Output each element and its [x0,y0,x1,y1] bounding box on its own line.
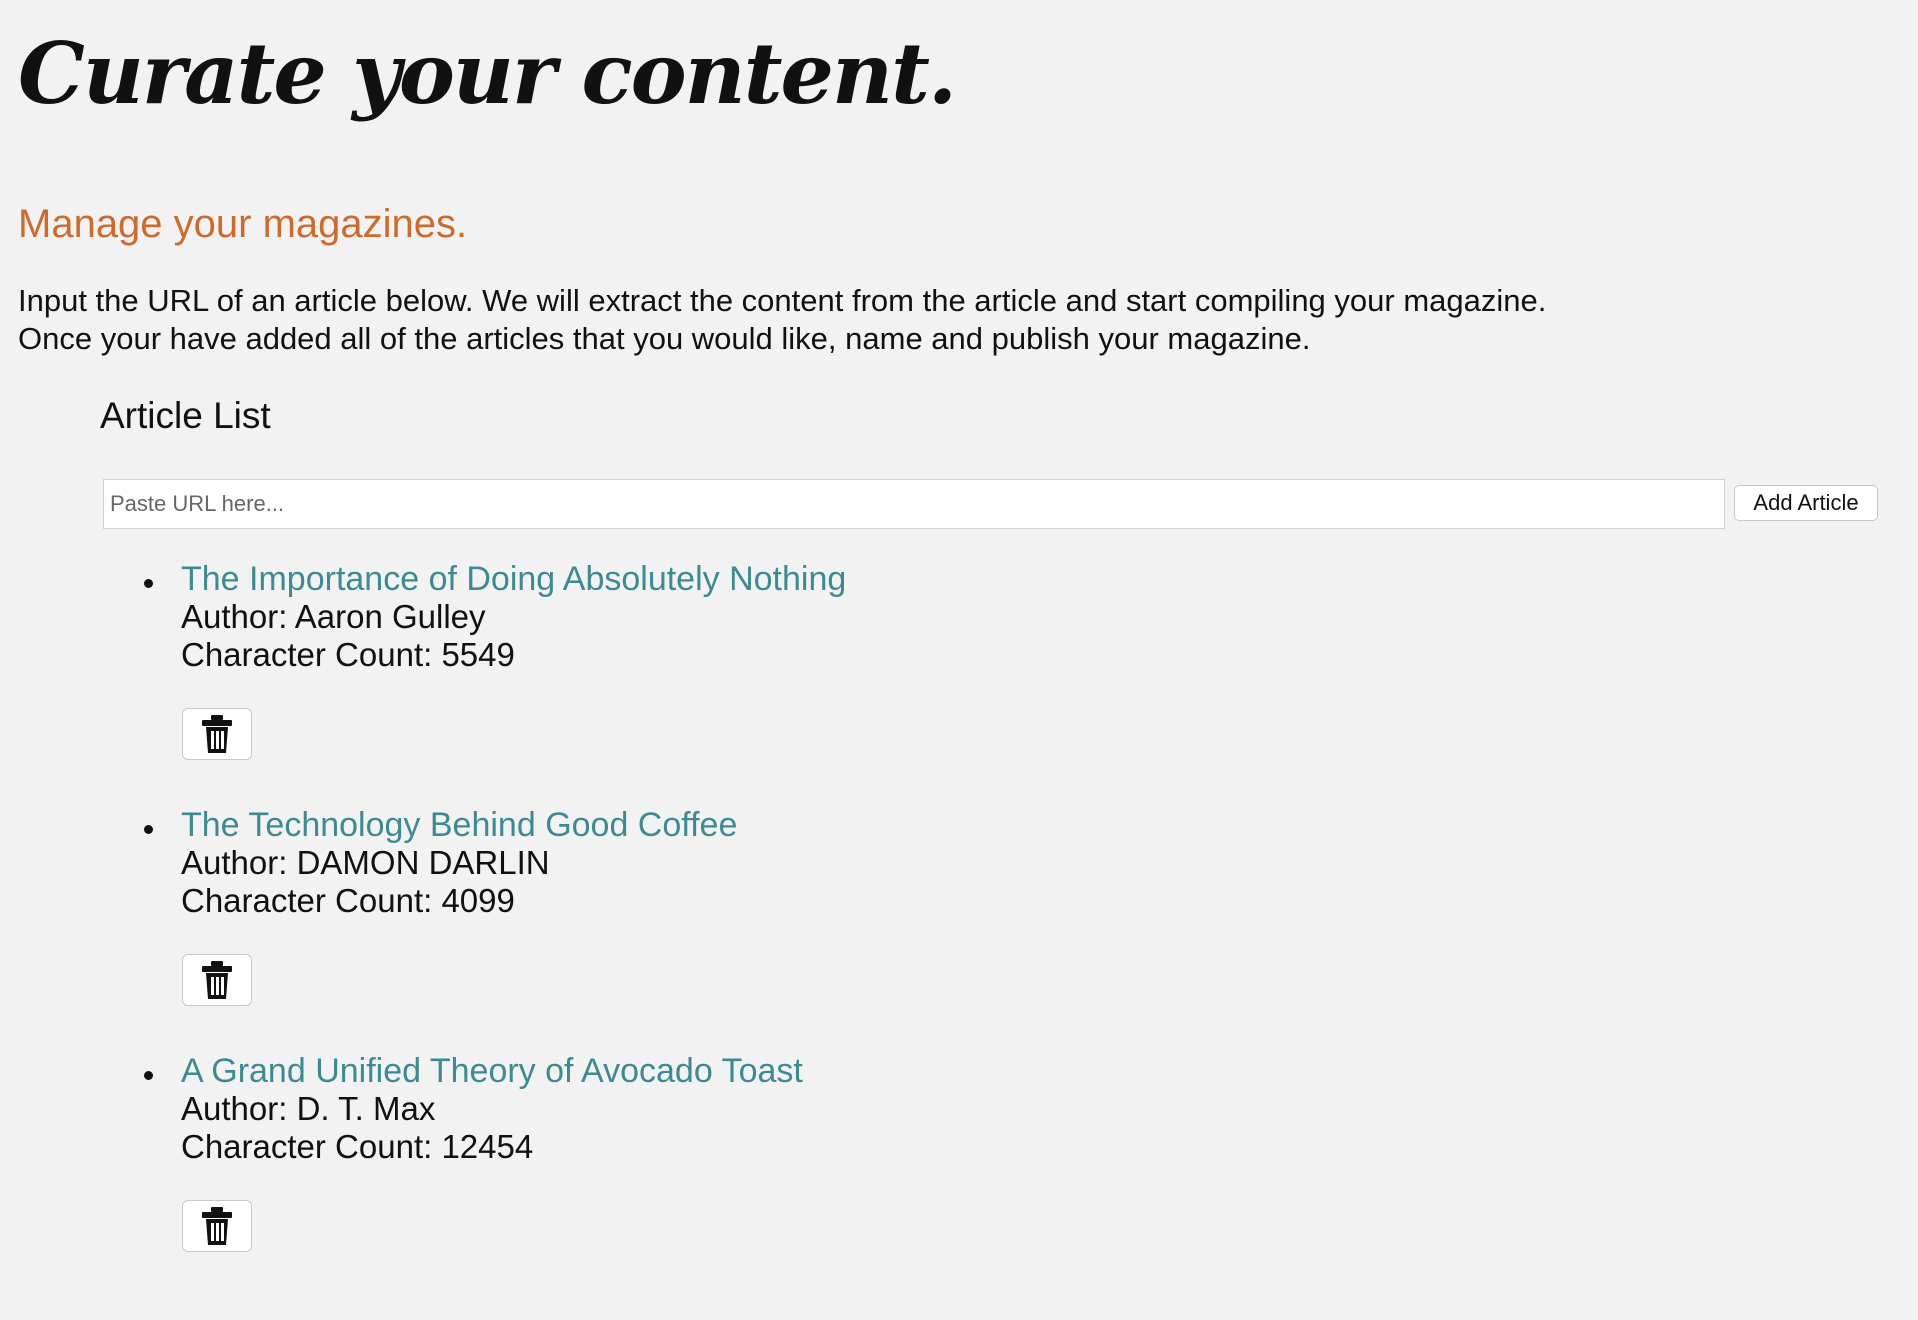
list-bullet [144,579,153,588]
article-author: Author: D. T. Max [181,1090,436,1127]
magazine-curator-page: Curate your content. Manage your magazin… [0,0,1918,1320]
article-item: The Importance of Doing Absolutely Nothi… [144,560,1144,800]
trash-icon [202,1207,232,1245]
page-title: Curate your content. [18,24,957,123]
trash-icon [202,961,232,999]
article-author: Author: Aaron Gulley [181,598,486,635]
article-title-link[interactable]: The Importance of Doing Absolutely Nothi… [181,560,846,598]
list-bullet [144,1071,153,1080]
delete-article-button[interactable] [182,954,252,1006]
article-character-count: Character Count: 12454 [181,1128,534,1165]
delete-article-button[interactable] [182,708,252,760]
article-url-input[interactable] [103,479,1725,529]
list-bullet [144,825,153,834]
add-article-button[interactable]: Add Article [1734,485,1878,521]
article-item: A Grand Unified Theory of Avocado Toast … [144,1052,1144,1292]
article-title-link[interactable]: The Technology Behind Good Coffee [181,806,737,844]
article-list-heading: Article List [100,395,271,436]
article-character-count: Character Count: 5549 [181,636,515,673]
trash-icon [202,715,232,753]
article-character-count: Character Count: 4099 [181,882,515,919]
intro-text: Input the URL of an article below. We wi… [18,282,1546,358]
intro-line-1: Input the URL of an article below. We wi… [18,283,1547,318]
article-title-link[interactable]: A Grand Unified Theory of Avocado Toast [181,1052,803,1090]
intro-line-2: Once your have added all of the articles… [18,321,1311,356]
article-author: Author: DAMON DARLIN [181,844,550,881]
page-subtitle: Manage your magazines. [18,202,468,246]
article-item: The Technology Behind Good Coffee Author… [144,806,1144,1046]
delete-article-button[interactable] [182,1200,252,1252]
